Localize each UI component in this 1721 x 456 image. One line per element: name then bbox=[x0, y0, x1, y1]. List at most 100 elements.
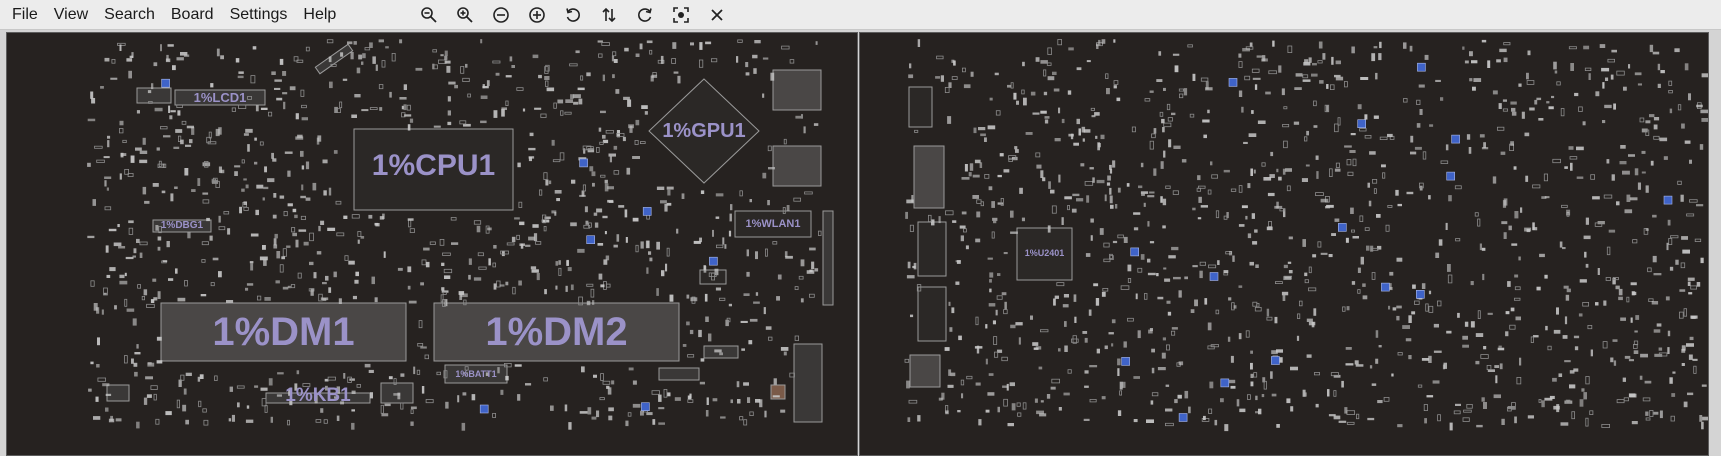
passive-component bbox=[578, 98, 583, 105]
passive-component bbox=[505, 281, 509, 286]
passive-component bbox=[509, 56, 513, 62]
passive-component bbox=[632, 156, 640, 159]
passive-component bbox=[945, 210, 954, 216]
passive-component bbox=[1233, 305, 1237, 309]
passive-component bbox=[1064, 321, 1067, 327]
passive-component bbox=[635, 53, 640, 57]
board-bottom-canvas[interactable] bbox=[860, 33, 1709, 456]
passive-component bbox=[185, 372, 192, 376]
passive-component bbox=[1606, 246, 1611, 256]
passive-component bbox=[1668, 237, 1673, 245]
passive-component bbox=[459, 120, 467, 125]
passive-component bbox=[961, 211, 967, 215]
passive-component bbox=[1342, 306, 1346, 312]
passive-component bbox=[1483, 346, 1487, 350]
passive-component bbox=[987, 125, 996, 130]
passive-component bbox=[911, 195, 914, 203]
small-connector-2 bbox=[106, 384, 130, 402]
menu-search[interactable]: Search bbox=[96, 2, 163, 28]
passive-component bbox=[1081, 126, 1086, 133]
rotate-right-button[interactable] bbox=[630, 2, 660, 28]
passive-component bbox=[1574, 92, 1579, 97]
passive-component bbox=[613, 145, 618, 150]
small-connector-6 bbox=[658, 367, 700, 381]
passive-component bbox=[1653, 273, 1662, 276]
passive-component bbox=[558, 267, 562, 276]
passive-component bbox=[389, 91, 392, 98]
passive-component bbox=[1701, 118, 1708, 122]
passive-component bbox=[1653, 124, 1658, 130]
passive-component bbox=[1207, 109, 1210, 114]
passive-component bbox=[558, 260, 561, 265]
passive-component bbox=[119, 120, 124, 126]
zoom-out-button[interactable] bbox=[414, 2, 444, 28]
menu-help[interactable]: Help bbox=[295, 2, 344, 28]
board-view-top[interactable]: 1%LCD1 1%CPU1 1%GPU1 1%DBG1 1%WLAN1 1%DM… bbox=[6, 32, 858, 456]
passive-component bbox=[681, 193, 685, 199]
passive-component bbox=[201, 259, 206, 263]
passive-component bbox=[602, 215, 608, 219]
passive-component bbox=[168, 278, 174, 281]
passive-component bbox=[1382, 172, 1386, 179]
passive-component bbox=[493, 283, 497, 290]
passive-component bbox=[1172, 53, 1180, 56]
passive-component bbox=[237, 402, 240, 408]
passive-component bbox=[1103, 242, 1110, 248]
passive-component bbox=[156, 360, 163, 364]
passive-component bbox=[762, 172, 767, 179]
zoom-out-alt-button[interactable] bbox=[486, 2, 516, 28]
passive-component bbox=[1329, 84, 1335, 90]
passive-component bbox=[1688, 292, 1693, 295]
menu-settings[interactable]: Settings bbox=[222, 2, 296, 28]
passive-component bbox=[951, 76, 958, 80]
passive-component bbox=[1350, 229, 1355, 233]
passive-component bbox=[1554, 70, 1558, 74]
passive-component bbox=[1099, 228, 1104, 235]
passive-component bbox=[936, 55, 944, 60]
passive-component bbox=[1684, 63, 1689, 71]
passive-component bbox=[94, 145, 103, 149]
passive-component bbox=[1209, 381, 1214, 389]
passive-component bbox=[1151, 392, 1159, 397]
passive-component bbox=[1010, 324, 1016, 329]
menu-board[interactable]: Board bbox=[163, 2, 222, 28]
passive-component bbox=[780, 409, 786, 413]
passive-component bbox=[1464, 60, 1469, 64]
passive-component bbox=[1608, 229, 1616, 233]
passive-component bbox=[1047, 47, 1052, 55]
passive-component bbox=[105, 393, 112, 396]
board-view-bottom[interactable]: 1%U2401 bbox=[859, 32, 1709, 456]
passive-component bbox=[155, 418, 160, 425]
passive-component bbox=[580, 75, 584, 81]
passive-component bbox=[813, 123, 819, 126]
passive-component bbox=[101, 309, 104, 315]
flip-button[interactable] bbox=[594, 2, 624, 28]
passive-component bbox=[1588, 73, 1591, 80]
zoom-in-button[interactable] bbox=[450, 2, 480, 28]
board-top-canvas[interactable] bbox=[7, 33, 858, 456]
passive-component bbox=[511, 65, 515, 68]
passive-component bbox=[1373, 46, 1378, 49]
passive-component bbox=[1313, 125, 1318, 128]
passive-component bbox=[1699, 415, 1703, 422]
zoom-in-alt-button[interactable] bbox=[522, 2, 552, 28]
passive-component bbox=[388, 376, 393, 380]
zoom-fit-button[interactable] bbox=[666, 2, 696, 28]
passive-component bbox=[165, 58, 171, 63]
passive-component bbox=[1345, 363, 1354, 366]
passive-component bbox=[1405, 338, 1412, 342]
menu-view[interactable]: View bbox=[46, 2, 96, 28]
passive-component bbox=[698, 329, 702, 338]
passive-component bbox=[103, 292, 107, 295]
passive-component bbox=[913, 262, 917, 270]
passive-component bbox=[1702, 416, 1708, 421]
passive-component bbox=[1246, 394, 1251, 400]
passive-component bbox=[1093, 283, 1099, 287]
menu-file[interactable]: File bbox=[4, 2, 46, 28]
close-board-button[interactable] bbox=[702, 2, 732, 28]
rotate-left-button[interactable] bbox=[558, 2, 588, 28]
passive-component bbox=[804, 191, 813, 195]
passive-component bbox=[649, 49, 653, 55]
passive-component bbox=[360, 236, 365, 239]
passive-component bbox=[1564, 360, 1571, 363]
